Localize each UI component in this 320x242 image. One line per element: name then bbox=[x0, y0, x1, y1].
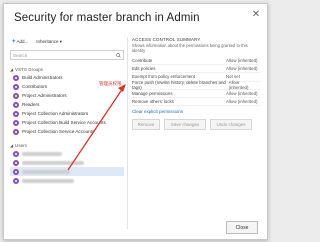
permission-value[interactable]: Not set bbox=[226, 74, 260, 79]
group-name: Project Collection Administrators bbox=[22, 111, 89, 116]
redacted-name bbox=[22, 160, 84, 165]
clear-permissions-link[interactable]: Clear explicit permissions bbox=[132, 109, 260, 114]
security-dialog: Security for master branch in Admin ✕ +A… bbox=[3, 3, 268, 240]
search-input[interactable]: Search bbox=[10, 50, 124, 60]
list-item[interactable]: Project Collection Build Service Account… bbox=[10, 118, 124, 127]
group-icon bbox=[13, 128, 19, 135]
annotation-note: 管理员权限 bbox=[99, 81, 122, 86]
undo-changes-button[interactable]: Undo changes bbox=[210, 119, 252, 131]
permission-value[interactable]: Allow (inherited) bbox=[229, 80, 260, 90]
list-item[interactable]: Project Collection Service Accounts bbox=[10, 127, 124, 136]
collapse-icon: ◢ bbox=[10, 142, 14, 148]
search-icon bbox=[116, 52, 121, 58]
group-icon bbox=[13, 83, 19, 90]
close-icon[interactable]: ✕ bbox=[251, 10, 261, 20]
group-name: Contributors bbox=[22, 84, 48, 89]
permission-name: Remove others' locks bbox=[132, 99, 174, 105]
save-changes-button[interactable]: Save changes bbox=[164, 119, 206, 131]
action-buttons: Remove Save changes Undo changes bbox=[132, 119, 260, 131]
group-name: Project Collection Build Service Account… bbox=[22, 120, 106, 125]
user-row-selected[interactable] bbox=[10, 167, 124, 176]
group-icon bbox=[13, 92, 19, 99]
inheritance-dropdown[interactable]: Inheritance ▾ bbox=[36, 39, 62, 45]
remove-button[interactable]: Remove bbox=[132, 119, 160, 131]
users-header-label: Users bbox=[15, 142, 27, 148]
redacted-name bbox=[22, 169, 70, 174]
avatar bbox=[13, 177, 19, 184]
groups-header-label: VSTS Groups bbox=[15, 66, 43, 72]
permission-name: Contribute bbox=[132, 58, 153, 64]
permission-row: Edit policies Allow (inherited) bbox=[132, 65, 260, 74]
redacted-name bbox=[22, 178, 74, 183]
permission-value[interactable]: Allow (inherited) bbox=[226, 91, 260, 96]
panel-divider bbox=[127, 37, 128, 229]
group-name: Project Collection Service Accounts bbox=[22, 129, 95, 134]
dialog-title: Security for master branch in Admin bbox=[14, 12, 200, 24]
group-icon bbox=[13, 119, 19, 126]
permission-value[interactable]: Allow (inherited) bbox=[226, 66, 260, 71]
user-row[interactable] bbox=[10, 158, 124, 167]
permission-list: Contribute Allow (inherited) Edit policie… bbox=[132, 57, 260, 107]
group-icon bbox=[13, 74, 19, 81]
summary-title: ACCESS CONTROL SUMMARY bbox=[132, 37, 201, 42]
plus-icon: + bbox=[12, 39, 16, 45]
group-name: Build Administrators bbox=[22, 75, 63, 80]
group-icon bbox=[13, 101, 19, 108]
permission-value[interactable]: Allow (inherited) bbox=[226, 99, 260, 104]
user-row[interactable] bbox=[10, 149, 124, 158]
permission-row: Contribute Allow (inherited) bbox=[132, 57, 260, 66]
redacted-name bbox=[22, 151, 62, 156]
permission-name: Edit policies bbox=[132, 66, 156, 72]
avatar bbox=[13, 159, 19, 166]
group-name: Project Administrators bbox=[22, 93, 67, 98]
permission-row: Force push (rewrite history, delete bran… bbox=[132, 80, 260, 91]
groups-header[interactable]: ◢ VSTS Groups bbox=[10, 65, 124, 73]
summary-subtitle: Shows information about the permissions … bbox=[132, 43, 248, 53]
permission-name: Manage permissions bbox=[132, 90, 173, 96]
avatar bbox=[13, 168, 19, 175]
users-list bbox=[10, 149, 124, 185]
list-item[interactable]: Project Collection Administrators bbox=[10, 109, 124, 118]
permission-row: Remove others' locks Allow (inherited) bbox=[132, 98, 260, 107]
group-name: Readers bbox=[22, 102, 40, 107]
search-placeholder: Search bbox=[13, 52, 28, 58]
identity-toolbar: +Add... Inheritance ▾ bbox=[10, 37, 124, 47]
group-icon bbox=[13, 110, 19, 117]
list-item[interactable]: Project Administrators bbox=[10, 91, 124, 100]
permission-name: Force push (rewrite history, delete bran… bbox=[132, 80, 226, 91]
user-row[interactable] bbox=[10, 176, 124, 185]
list-item[interactable]: Readers bbox=[10, 100, 124, 109]
identity-panel: +Add... Inheritance ▾ Search ◢ VSTS Grou… bbox=[10, 37, 124, 229]
users-header[interactable]: ◢ Users bbox=[10, 141, 124, 149]
add-label: Add... bbox=[16, 39, 29, 44]
permission-value[interactable]: Allow (inherited) bbox=[226, 58, 260, 63]
close-button[interactable]: Close bbox=[226, 221, 258, 234]
summary-panel: ACCESS CONTROL SUMMARY Shows information… bbox=[132, 37, 260, 131]
permission-name: Exempt from policy enforcement bbox=[132, 74, 195, 80]
collapse-icon: ◢ bbox=[10, 66, 14, 72]
permission-row: Manage permissions Allow (inherited) bbox=[132, 90, 260, 98]
avatar bbox=[13, 150, 19, 157]
add-button[interactable]: +Add... bbox=[12, 39, 28, 45]
